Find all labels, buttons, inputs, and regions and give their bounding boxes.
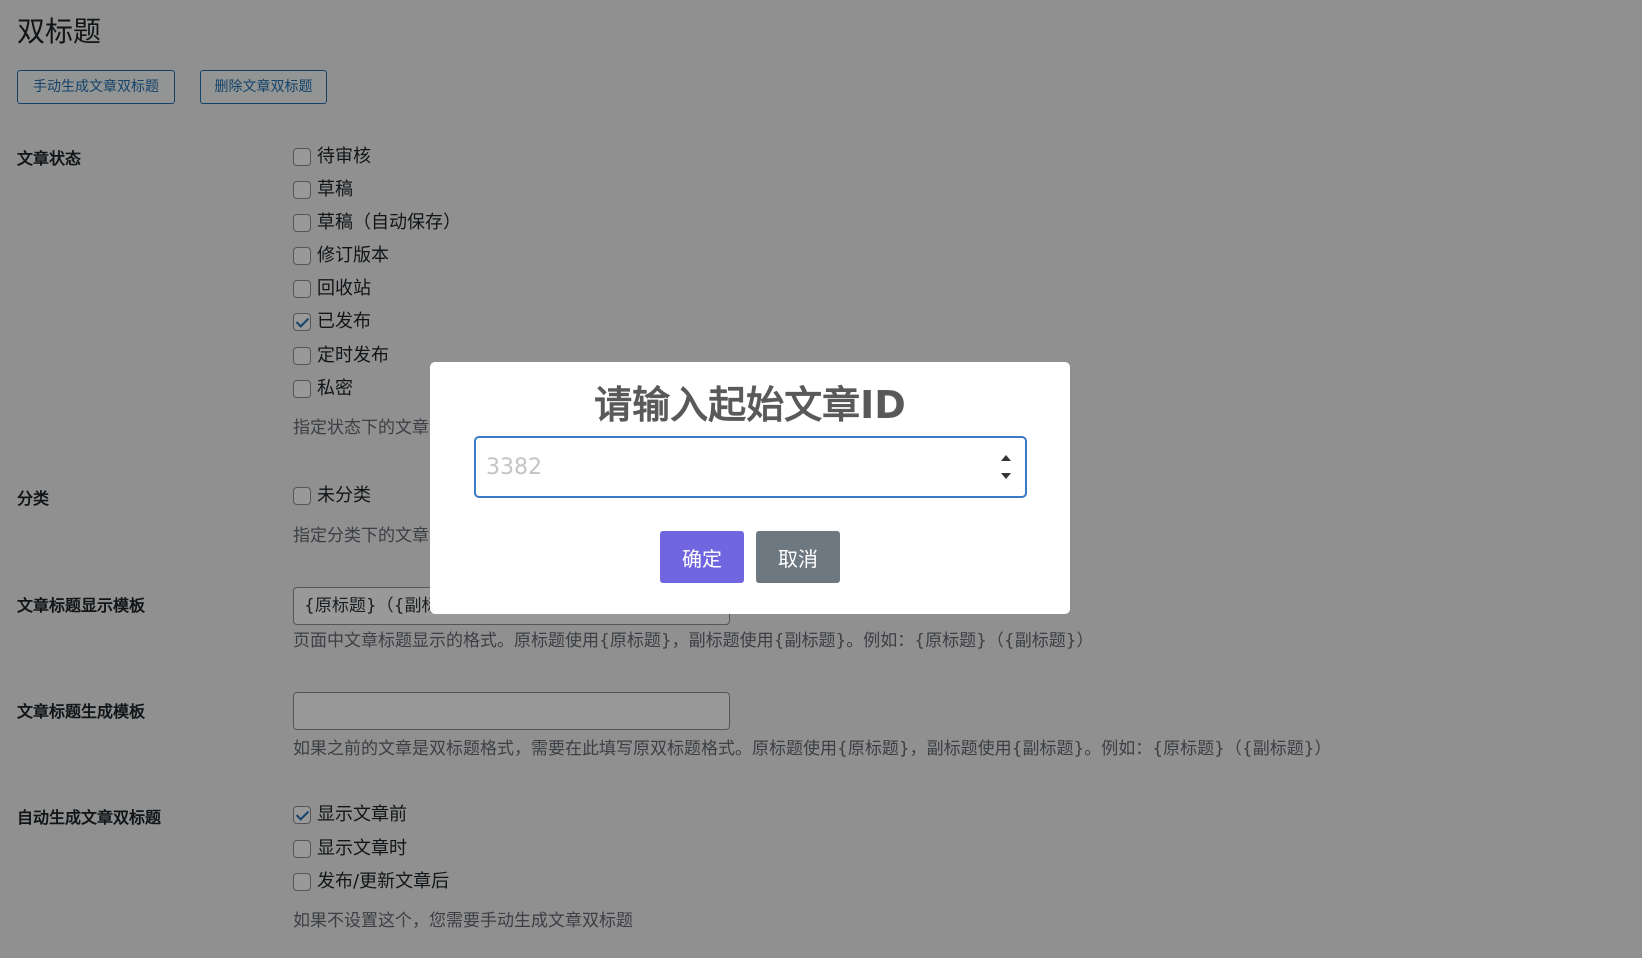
settings-page: 双标题 手动生成文章双标题 删除文章双标题 文章状态 待审核 草稿 草稿（自动保…	[0, 0, 1642, 958]
start-id-input[interactable]	[486, 438, 966, 496]
dialog-title: 请输入起始文章ID	[430, 380, 1070, 430]
number-stepper[interactable]	[997, 452, 1015, 482]
stepper-up-icon[interactable]	[1001, 455, 1011, 461]
start-id-dialog: 请输入起始文章ID 确定 取消	[430, 362, 1070, 614]
confirm-button[interactable]: 确定	[660, 531, 744, 583]
stepper-down-icon[interactable]	[1001, 473, 1011, 479]
cancel-button[interactable]: 取消	[756, 531, 840, 583]
start-id-input-wrapper[interactable]	[474, 436, 1027, 498]
